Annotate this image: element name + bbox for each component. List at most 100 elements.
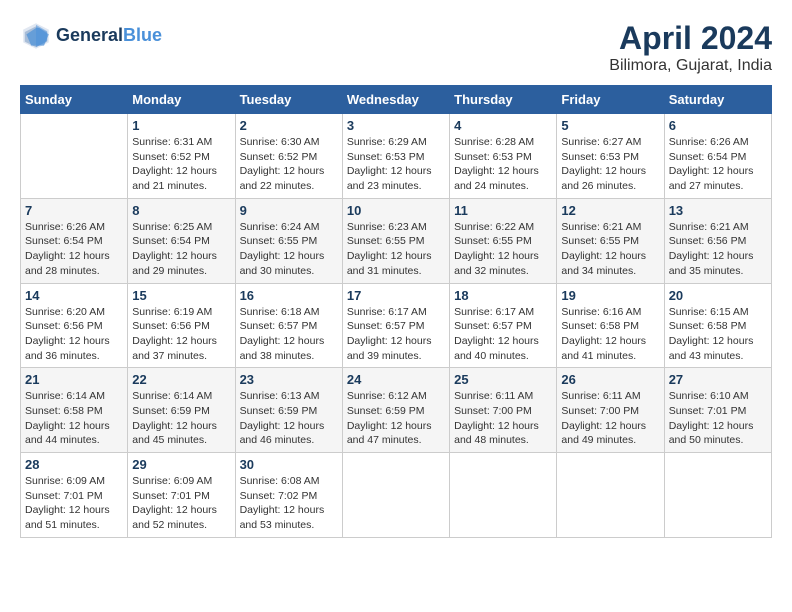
day-of-week-header: Tuesday — [235, 86, 342, 114]
calendar-cell: 17 Sunrise: 6:17 AM Sunset: 6:57 PM Dayli… — [342, 283, 449, 368]
calendar-cell: 18Sunrise: 6:17 AM Sunset: 6:57 PM Dayli… — [450, 283, 557, 368]
day-of-week-header: Monday — [128, 86, 235, 114]
calendar-cell — [450, 453, 557, 538]
day-info: Sunrise: 6:28 AM Sunset: 6:53 PM Dayligh… — [454, 135, 552, 194]
day-number: 27 — [669, 372, 767, 387]
day-info: Sunrise: 6:21 AM Sunset: 6:56 PM Dayligh… — [669, 220, 767, 279]
day-info: Sunrise: 6:08 AM Sunset: 7:02 PM Dayligh… — [240, 474, 338, 533]
day-number: 17 — [347, 288, 445, 303]
calendar-cell: 15Sunrise: 6:19 AM Sunset: 6:56 PM Dayli… — [128, 283, 235, 368]
day-number: 29 — [132, 457, 230, 472]
title-area: April 2024 Bilimora, Gujarat, India — [609, 20, 772, 75]
day-info: Sunrise: 6:18 AM Sunset: 6:57 PM Dayligh… — [240, 305, 338, 364]
day-info: Sunrise: 6:19 AM Sunset: 6:56 PM Dayligh… — [132, 305, 230, 364]
day-number: 1 — [132, 118, 230, 133]
day-number: 21 — [25, 372, 123, 387]
calendar-cell: 24 Sunrise: 6:12 AM Sunset: 6:59 PM Dayli… — [342, 368, 449, 453]
day-number: 13 — [669, 203, 767, 218]
day-number: 19 — [561, 288, 659, 303]
calendar-week-row: 7 Sunrise: 6:26 AM Sunset: 6:54 PM Daylig… — [21, 198, 772, 283]
day-info: Sunrise: 6:21 AM Sunset: 6:55 PM Dayligh… — [561, 220, 659, 279]
calendar-cell: 5 Sunrise: 6:27 AM Sunset: 6:53 PM Daylig… — [557, 114, 664, 199]
day-info: Sunrise: 6:31 AM Sunset: 6:52 PM Dayligh… — [132, 135, 230, 194]
day-info: Sunrise: 6:23 AM Sunset: 6:55 PM Dayligh… — [347, 220, 445, 279]
calendar-cell: 6 Sunrise: 6:26 AM Sunset: 6:54 PM Daylig… — [664, 114, 771, 199]
calendar-cell: 14Sunrise: 6:20 AM Sunset: 6:56 PM Dayli… — [21, 283, 128, 368]
calendar-cell: 21 Sunrise: 6:14 AM Sunset: 6:58 PM Dayli… — [21, 368, 128, 453]
day-number: 24 — [347, 372, 445, 387]
calendar-cell: 29Sunrise: 6:09 AM Sunset: 7:01 PM Dayli… — [128, 453, 235, 538]
page-header: GeneralBlue April 2024 Bilimora, Gujarat… — [20, 20, 772, 75]
calendar-body: 1 Sunrise: 6:31 AM Sunset: 6:52 PM Daylig… — [21, 114, 772, 538]
calendar-cell: 3 Sunrise: 6:29 AM Sunset: 6:53 PM Daylig… — [342, 114, 449, 199]
day-info: Sunrise: 6:26 AM Sunset: 6:54 PM Dayligh… — [25, 220, 123, 279]
calendar-cell: 23 Sunrise: 6:13 AM Sunset: 6:59 PM Dayli… — [235, 368, 342, 453]
day-info: Sunrise: 6:26 AM Sunset: 6:54 PM Dayligh… — [669, 135, 767, 194]
day-number: 12 — [561, 203, 659, 218]
day-info: Sunrise: 6:14 AM Sunset: 6:58 PM Dayligh… — [25, 389, 123, 448]
day-number: 4 — [454, 118, 552, 133]
calendar-header-row: SundayMondayTuesdayWednesdayThursdayFrid… — [21, 86, 772, 114]
day-of-week-header: Thursday — [450, 86, 557, 114]
day-number: 30 — [240, 457, 338, 472]
calendar-cell: 9 Sunrise: 6:24 AM Sunset: 6:55 PM Daylig… — [235, 198, 342, 283]
day-number: 16 — [240, 288, 338, 303]
day-info: Sunrise: 6:24 AM Sunset: 6:55 PM Dayligh… — [240, 220, 338, 279]
calendar-week-row: 28 Sunrise: 6:09 AM Sunset: 7:01 PM Dayli… — [21, 453, 772, 538]
day-number: 6 — [669, 118, 767, 133]
calendar-cell: 30 Sunrise: 6:08 AM Sunset: 7:02 PM Dayli… — [235, 453, 342, 538]
calendar-week-row: 1 Sunrise: 6:31 AM Sunset: 6:52 PM Daylig… — [21, 114, 772, 199]
day-of-week-header: Wednesday — [342, 86, 449, 114]
day-number: 28 — [25, 457, 123, 472]
day-number: 26 — [561, 372, 659, 387]
day-number: 25 — [454, 372, 552, 387]
calendar-table: SundayMondayTuesdayWednesdayThursdayFrid… — [20, 85, 772, 538]
calendar-week-row: 14Sunrise: 6:20 AM Sunset: 6:56 PM Dayli… — [21, 283, 772, 368]
day-info: Sunrise: 6:09 AM Sunset: 7:01 PM Dayligh… — [25, 474, 123, 533]
calendar-cell: 27Sunrise: 6:10 AM Sunset: 7:01 PM Dayli… — [664, 368, 771, 453]
day-number: 3 — [347, 118, 445, 133]
day-info: Sunrise: 6:17 AM Sunset: 6:57 PM Dayligh… — [347, 305, 445, 364]
calendar-cell: 8Sunrise: 6:25 AM Sunset: 6:54 PM Daylig… — [128, 198, 235, 283]
day-info: Sunrise: 6:15 AM Sunset: 6:58 PM Dayligh… — [669, 305, 767, 364]
day-number: 9 — [240, 203, 338, 218]
day-info: Sunrise: 6:30 AM Sunset: 6:52 PM Dayligh… — [240, 135, 338, 194]
calendar-cell: 20 Sunrise: 6:15 AM Sunset: 6:58 PM Dayli… — [664, 283, 771, 368]
calendar-cell: 16 Sunrise: 6:18 AM Sunset: 6:57 PM Dayli… — [235, 283, 342, 368]
day-number: 10 — [347, 203, 445, 218]
day-info: Sunrise: 6:17 AM Sunset: 6:57 PM Dayligh… — [454, 305, 552, 364]
calendar-cell — [21, 114, 128, 199]
day-number: 20 — [669, 288, 767, 303]
calendar-cell: 19 Sunrise: 6:16 AM Sunset: 6:58 PM Dayli… — [557, 283, 664, 368]
day-number: 7 — [25, 203, 123, 218]
day-number: 23 — [240, 372, 338, 387]
day-of-week-header: Friday — [557, 86, 664, 114]
calendar-cell: 4 Sunrise: 6:28 AM Sunset: 6:53 PM Daylig… — [450, 114, 557, 199]
calendar-cell — [664, 453, 771, 538]
day-info: Sunrise: 6:22 AM Sunset: 6:55 PM Dayligh… — [454, 220, 552, 279]
calendar-cell: 12 Sunrise: 6:21 AM Sunset: 6:55 PM Dayli… — [557, 198, 664, 283]
day-info: Sunrise: 6:11 AM Sunset: 7:00 PM Dayligh… — [454, 389, 552, 448]
calendar-cell — [557, 453, 664, 538]
day-info: Sunrise: 6:27 AM Sunset: 6:53 PM Dayligh… — [561, 135, 659, 194]
calendar-cell: 25 Sunrise: 6:11 AM Sunset: 7:00 PM Dayli… — [450, 368, 557, 453]
day-number: 5 — [561, 118, 659, 133]
month-title: April 2024 — [609, 20, 772, 57]
location: Bilimora, Gujarat, India — [609, 57, 772, 75]
calendar-cell: 26 Sunrise: 6:11 AM Sunset: 7:00 PM Dayli… — [557, 368, 664, 453]
logo-text: GeneralBlue — [56, 26, 162, 46]
day-info: Sunrise: 6:12 AM Sunset: 6:59 PM Dayligh… — [347, 389, 445, 448]
day-info: Sunrise: 6:29 AM Sunset: 6:53 PM Dayligh… — [347, 135, 445, 194]
calendar-cell: 11Sunrise: 6:22 AM Sunset: 6:55 PM Dayli… — [450, 198, 557, 283]
logo-icon — [20, 20, 52, 52]
calendar-cell: 7 Sunrise: 6:26 AM Sunset: 6:54 PM Daylig… — [21, 198, 128, 283]
day-info: Sunrise: 6:16 AM Sunset: 6:58 PM Dayligh… — [561, 305, 659, 364]
calendar-cell: 1 Sunrise: 6:31 AM Sunset: 6:52 PM Daylig… — [128, 114, 235, 199]
day-number: 14 — [25, 288, 123, 303]
calendar-cell: 28 Sunrise: 6:09 AM Sunset: 7:01 PM Dayli… — [21, 453, 128, 538]
day-info: Sunrise: 6:25 AM Sunset: 6:54 PM Dayligh… — [132, 220, 230, 279]
day-number: 2 — [240, 118, 338, 133]
day-info: Sunrise: 6:13 AM Sunset: 6:59 PM Dayligh… — [240, 389, 338, 448]
calendar-week-row: 21 Sunrise: 6:14 AM Sunset: 6:58 PM Dayli… — [21, 368, 772, 453]
day-info: Sunrise: 6:11 AM Sunset: 7:00 PM Dayligh… — [561, 389, 659, 448]
